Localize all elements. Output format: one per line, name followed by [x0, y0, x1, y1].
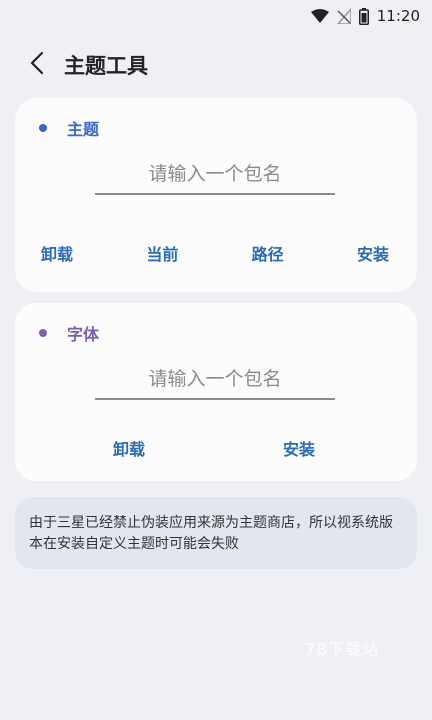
theme-card-header: 主题 [39, 116, 99, 140]
theme-card: 主题 卸载 当前 路径 安装 [15, 98, 417, 292]
theme-package-input[interactable] [95, 155, 335, 195]
font-card-header: 字体 [39, 321, 99, 345]
theme-card-title: 主题 [67, 120, 100, 139]
status-bar: 11:20 [0, 0, 432, 32]
font-package-input[interactable] [95, 360, 335, 400]
page-title: 主题工具 [64, 54, 148, 78]
warning-note: 由于三星已经禁止伪装应用来源为主题商店，所以视系统版本在安装自定义主题时可能会失… [15, 497, 417, 569]
theme-dot-icon [39, 124, 47, 132]
theme-actions: 卸载 当前 路径 安装 [15, 241, 417, 265]
no-signal-icon [336, 8, 351, 24]
battery-icon [358, 7, 369, 25]
back-button[interactable] [16, 42, 58, 88]
chevron-left-icon [30, 51, 44, 79]
theme-current-button[interactable]: 当前 [146, 241, 178, 265]
font-install-button[interactable]: 安装 [283, 436, 315, 460]
theme-uninstall-button[interactable]: 卸载 [41, 241, 73, 265]
font-card: 字体 卸载 安装 [15, 303, 417, 481]
font-card-title: 字体 [67, 325, 100, 344]
font-dot-icon [39, 329, 47, 337]
font-uninstall-button[interactable]: 卸载 [113, 436, 145, 460]
watermark: 7B下载站 [305, 640, 380, 659]
app-bar: 主题工具 [0, 42, 432, 88]
theme-install-button[interactable]: 安装 [357, 241, 389, 265]
wifi-icon [310, 9, 329, 23]
theme-path-button[interactable]: 路径 [252, 241, 284, 265]
status-time: 11:20 [376, 7, 420, 25]
